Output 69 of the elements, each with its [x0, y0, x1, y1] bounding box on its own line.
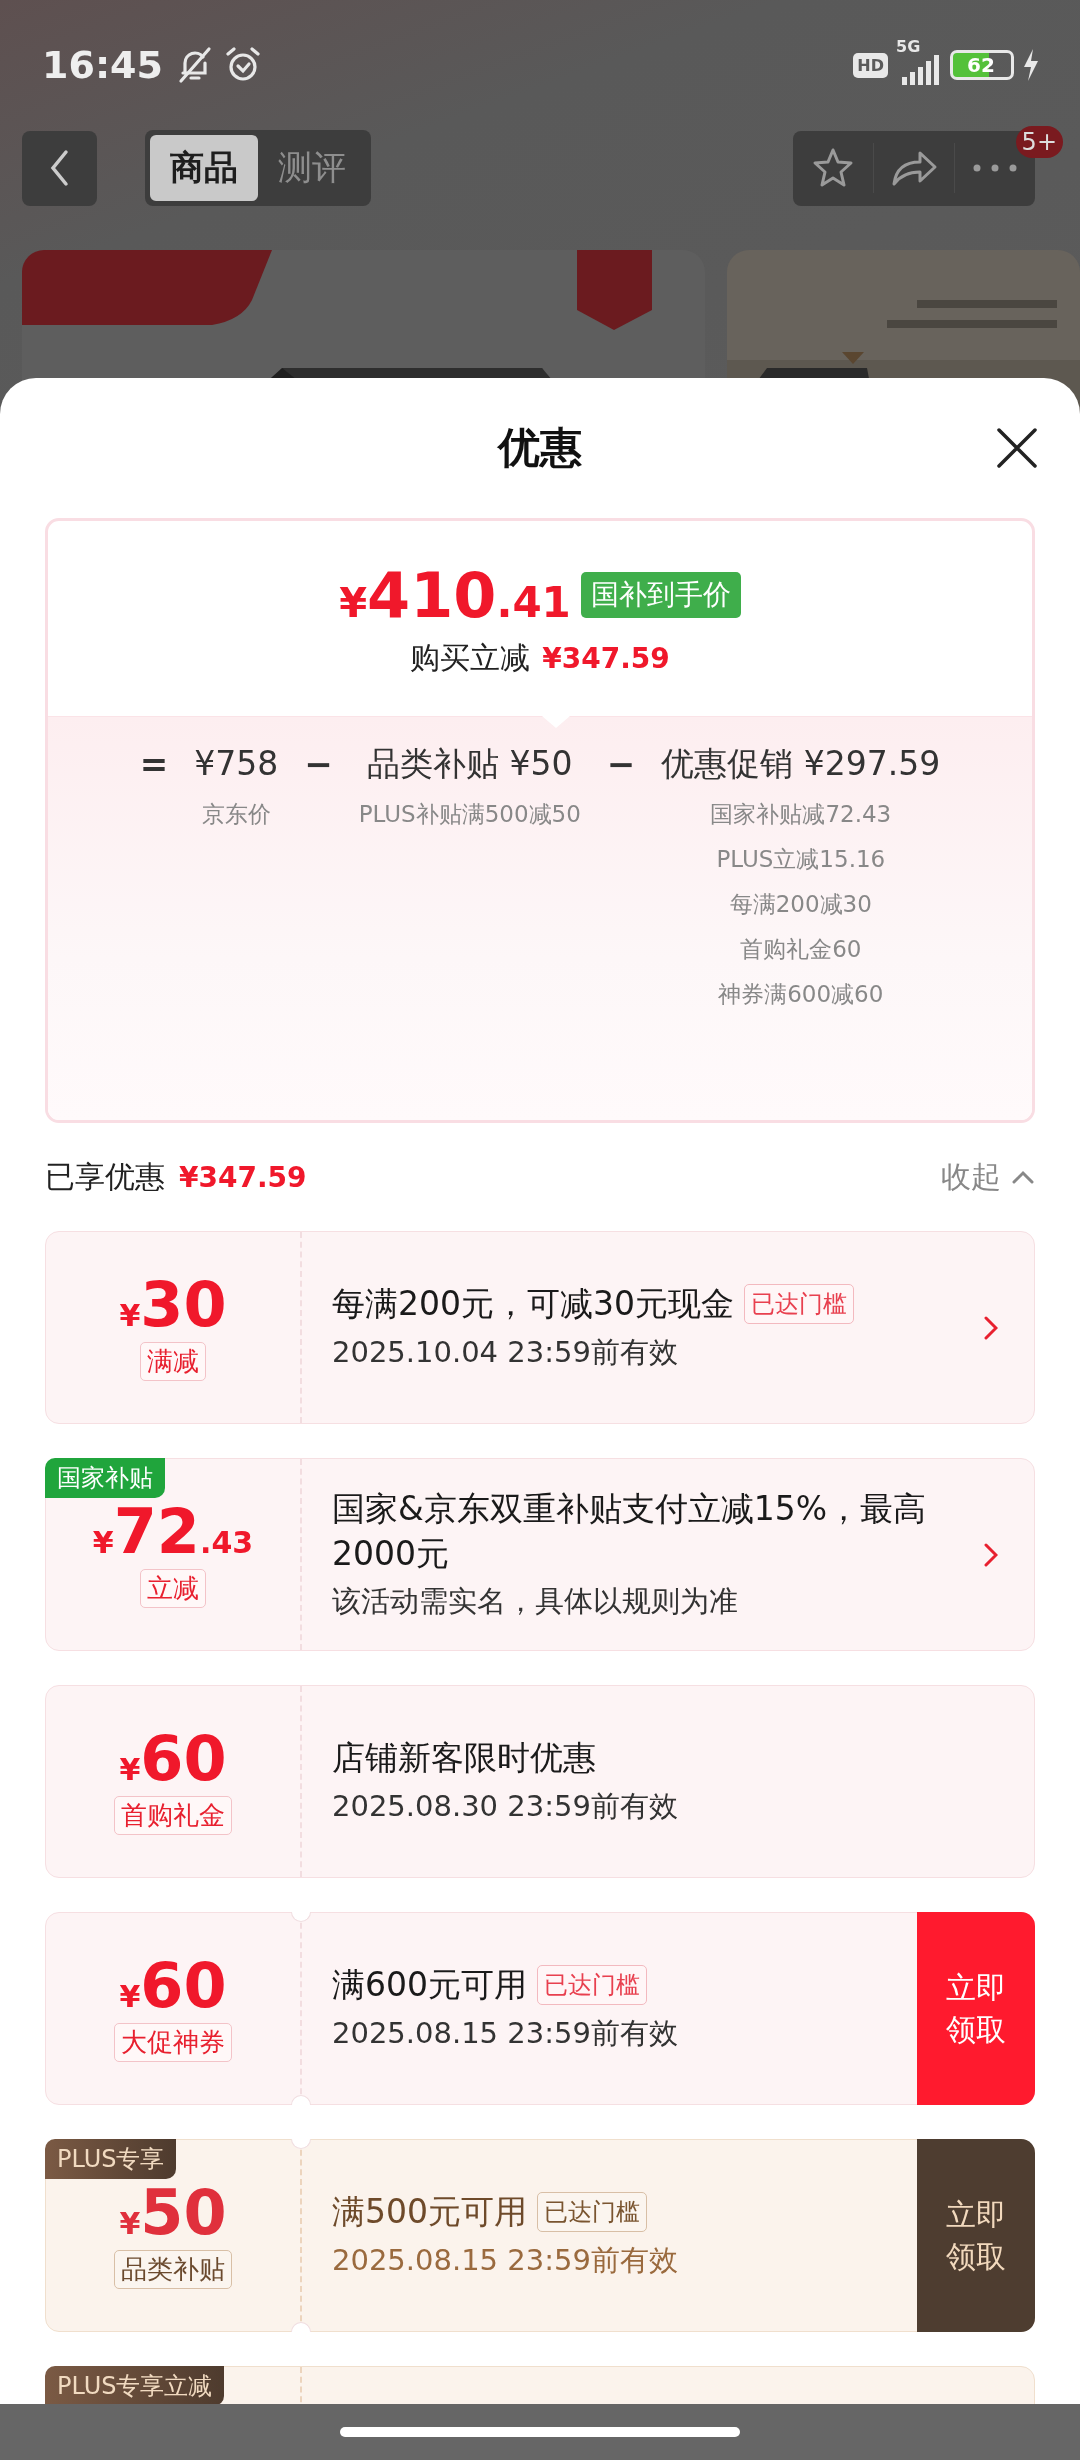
coupon-detail: 2025.08.15 23:59前有效: [332, 2014, 679, 2052]
coupon-tag: PLUS专享: [45, 2139, 177, 2179]
ticket-notch: [291, 2139, 311, 2149]
operator-sign: =: [139, 743, 169, 786]
saving-amount: ¥347.59: [542, 641, 670, 675]
charging-icon: [1022, 49, 1040, 81]
collapse-toggle[interactable]: 收起: [941, 1156, 1035, 1198]
coupon-type-label: 立减: [140, 1569, 206, 1608]
pointer-notch: [542, 716, 570, 728]
coupon-title: 国家&京东双重补贴支付立减15%，最高2000元: [332, 1487, 928, 1575]
coupon-amount: ¥50: [119, 2182, 227, 2244]
coupon-tag: 国家补贴: [45, 1458, 165, 1498]
coupon-type-label: 大促神券: [114, 2023, 232, 2062]
summary-amount: ¥347.59: [179, 1160, 307, 1194]
coupon-type-label: 满减: [140, 1342, 206, 1381]
coupon-amount: ¥30: [119, 1274, 227, 1336]
price-term: 优惠促销 ¥297.59: [661, 743, 941, 785]
operator-sign: −: [606, 743, 636, 786]
more-icon[interactable]: [973, 164, 1017, 172]
price-tag: 国补到手价: [580, 572, 741, 618]
threshold-badge: 已达门槛: [537, 2192, 647, 2233]
claim-button[interactable]: 立即领取: [917, 2139, 1035, 2332]
coupon-title: 每满200元，可减30元现金: [332, 1283, 734, 1326]
coupon-title: 店铺新客限时优惠: [332, 1737, 596, 1780]
tab[interactable]: 商品: [150, 135, 258, 201]
coupon-detail: 2025.10.04 23:59前有效: [332, 1333, 679, 1371]
coupon-amount: ¥60: [119, 1955, 227, 2017]
term-note: 京东价: [201, 800, 271, 829]
chevron-icon[interactable]: [1011, 1169, 1035, 1185]
chevron-right-icon[interactable]: [984, 1542, 998, 1567]
claim-button[interactable]: 立即领取: [917, 1912, 1035, 2105]
clock-time: 16:45: [42, 43, 163, 87]
coupon-tag: PLUS专享立减: [45, 2366, 225, 2406]
signal-icon: [900, 55, 940, 85]
back-button[interactable]: [22, 130, 97, 206]
chevron-right-icon[interactable]: [984, 1315, 998, 1340]
coupon-amount: ¥60: [119, 1728, 227, 1790]
count-badge: 5+: [1015, 125, 1063, 158]
ticket-notch: [291, 2322, 311, 2332]
price-term: 品类补贴 ¥50: [367, 743, 573, 785]
coupon-detail: 该活动需实名，具体以规则为准: [332, 1583, 739, 1621]
final-price: ¥410.41: [339, 558, 571, 632]
ticket-notch: [291, 1912, 311, 1922]
hd-badge: HD: [853, 52, 888, 78]
saving-label: 购买立减: [410, 638, 531, 677]
ticket-notch: [291, 2095, 311, 2105]
term-note: 国家补贴减72.43: [710, 800, 892, 829]
coupon-type-label: 品类补贴: [114, 2250, 232, 2289]
battery-level: 62: [967, 53, 995, 77]
coupon-type-label: 首购礼金: [114, 1796, 232, 1835]
term-note: 神券满600减60: [718, 980, 884, 1009]
term-note: 每满200减30: [729, 890, 872, 919]
term-note: 首购礼金60: [740, 935, 862, 964]
coupon-title: 满600元可用: [332, 1964, 527, 2007]
term-note: PLUS立减15.16: [716, 845, 886, 874]
threshold-badge: 已达门槛: [537, 1965, 647, 2006]
coupon-detail: 2025.08.30 23:59前有效: [332, 1787, 679, 1825]
summary-label: 已享优惠: [45, 1157, 165, 1196]
sheet-title: 优惠: [498, 422, 582, 474]
operator-sign: −: [304, 743, 333, 786]
coupon-title: 满500元可用: [332, 2191, 527, 2234]
term-note: PLUS补贴满500减50: [358, 800, 581, 829]
coupon-amount: ¥72.43: [92, 1501, 254, 1563]
coupon-detail: 2025.08.15 23:59前有效: [332, 2241, 679, 2279]
close-icon[interactable]: [995, 426, 1039, 470]
price-term: ¥758: [194, 743, 279, 785]
threshold-badge: 已达门槛: [744, 1284, 854, 1325]
network-label: 5G: [896, 37, 921, 56]
tab[interactable]: 测评: [258, 135, 366, 201]
